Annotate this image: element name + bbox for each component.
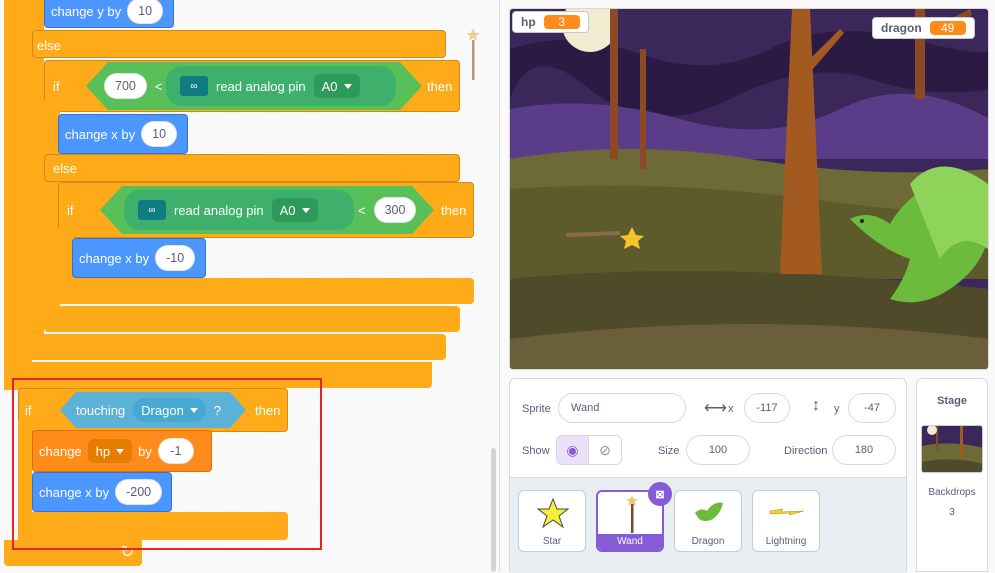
chevron-down-icon (301, 207, 310, 213)
sprite-name-field[interactable]: Wand (558, 393, 686, 423)
show-hidden-button[interactable]: ⊘ (589, 436, 621, 464)
then-1-label: then (427, 79, 453, 94)
else-2-label: else (53, 161, 77, 176)
stage-backdrop (510, 9, 988, 369)
vertical-arrows-icon: ↕ (812, 397, 820, 414)
cmp2-operator: < (358, 202, 366, 218)
stage-panel[interactable]: Stage Backdrops 3 (916, 378, 988, 572)
read-analog-label-2: read analog pin (174, 202, 264, 218)
show-label: Show (522, 445, 550, 457)
change-x-label-2: change x by (79, 250, 150, 266)
hp-monitor[interactable]: hp 3 (512, 11, 589, 33)
sprite-tile-star[interactable]: Star (518, 490, 586, 552)
lightning-icon (769, 508, 805, 516)
pin-value-2: A0 (279, 202, 296, 218)
size-label: Size (658, 445, 680, 457)
size-field[interactable]: 100 (686, 435, 750, 465)
pin-dropdown-2[interactable]: A0 (271, 198, 318, 222)
show-visible-button[interactable]: ◉ (557, 436, 590, 464)
change-x-input-2[interactable]: -10 (155, 245, 196, 271)
highlight-box (12, 378, 322, 550)
cmp2-right-input[interactable]: 300 (374, 197, 417, 223)
y-label: y (834, 403, 840, 415)
star-icon (536, 497, 570, 529)
wand-thumbnail-icon (466, 28, 480, 80)
stage-canvas[interactable]: hp 3 dragon 49 (509, 8, 989, 370)
sprite-name-wand: Wand (598, 534, 662, 550)
wand-icon (626, 495, 638, 533)
change-y-label: change y by (51, 3, 122, 19)
x-label: x (728, 403, 734, 415)
horizontal-arrows-icon: ⟷ (704, 400, 727, 417)
dragon-icon (695, 502, 723, 521)
change-x-block-2[interactable]: change x by -10 (72, 238, 206, 278)
cmp1-operator: < (154, 78, 163, 94)
dragon-monitor-label: dragon (881, 21, 922, 35)
hp-monitor-label: hp (521, 15, 536, 29)
chevron-down-icon (343, 83, 352, 89)
if-1-bottom (44, 306, 460, 332)
vertical-scrollbar[interactable] (491, 448, 496, 572)
backdrops-count: 3 (949, 507, 955, 518)
else-bar-2[interactable]: else (44, 154, 460, 182)
cmp1-left-input[interactable]: 700 (104, 73, 147, 99)
arduino-icon: ∞ (138, 200, 166, 220)
sprite-tile-dragon[interactable]: Dragon (674, 490, 742, 552)
change-x-block-1[interactable]: change x by 10 (58, 114, 188, 154)
direction-field[interactable]: 180 (832, 435, 896, 465)
sprite-name-star: Star (542, 536, 562, 547)
outer-c-bottom-b (4, 334, 446, 360)
change-y-block[interactable]: change y by 10 (44, 0, 174, 28)
delete-sprite-button[interactable]: ⊠ (648, 482, 672, 506)
eye-slash-icon: ⊘ (599, 441, 611, 458)
direction-label: Direction (784, 445, 828, 457)
stage-title: Stage (937, 395, 967, 407)
hp-monitor-value: 3 (543, 15, 580, 29)
change-y-input[interactable]: 10 (127, 0, 164, 24)
dragon-monitor[interactable]: dragon 49 (872, 17, 975, 39)
arduino-icon: ∞ (180, 76, 208, 96)
trash-icon: ⊠ (655, 488, 665, 501)
show-toggle: ◉ ⊘ (556, 435, 622, 465)
pin-value-1: A0 (321, 78, 338, 94)
sprite-tile-lightning[interactable]: Lightning (752, 490, 820, 552)
dragon-monitor-value: 49 (929, 21, 966, 35)
if-2-bottom (58, 278, 474, 304)
sprite-list: Star Wand ⊠ Dragon Lightning (510, 477, 906, 573)
pin-dropdown-1[interactable]: A0 (313, 74, 360, 98)
stage-thumbnail[interactable] (921, 425, 983, 473)
x-field[interactable]: -117 (744, 393, 790, 423)
if-2-label: if (67, 203, 74, 218)
read-analog-pin-reporter-2[interactable]: ∞ read analog pin A0 (124, 190, 354, 230)
read-analog-pin-reporter-1[interactable]: ∞ read analog pin A0 (166, 66, 396, 106)
else-bar-1[interactable]: else (32, 30, 446, 58)
sprite-name-dragon: Dragon (691, 536, 725, 547)
then-2-label: then (441, 203, 467, 218)
sprite-name-lightning: Lightning (765, 536, 807, 547)
y-field[interactable]: -47 (848, 393, 896, 423)
else-1-label: else (37, 38, 61, 53)
sprite-label: Sprite (522, 403, 551, 415)
change-x-label-1: change x by (65, 126, 136, 142)
backdrops-label: Backdrops (928, 487, 976, 498)
if-1-label: if (53, 79, 60, 94)
change-x-input-1[interactable]: 10 (141, 121, 178, 147)
eye-icon: ◉ (566, 441, 579, 458)
read-analog-label-1: read analog pin (216, 78, 306, 94)
sprite-info-panel: Sprite Wand ⟷ x -117 ↕ y -47 Show ◉ ⊘ Si… (509, 378, 907, 573)
code-area[interactable]: change y by 10 else if then 700 < ∞ read… (0, 0, 500, 572)
